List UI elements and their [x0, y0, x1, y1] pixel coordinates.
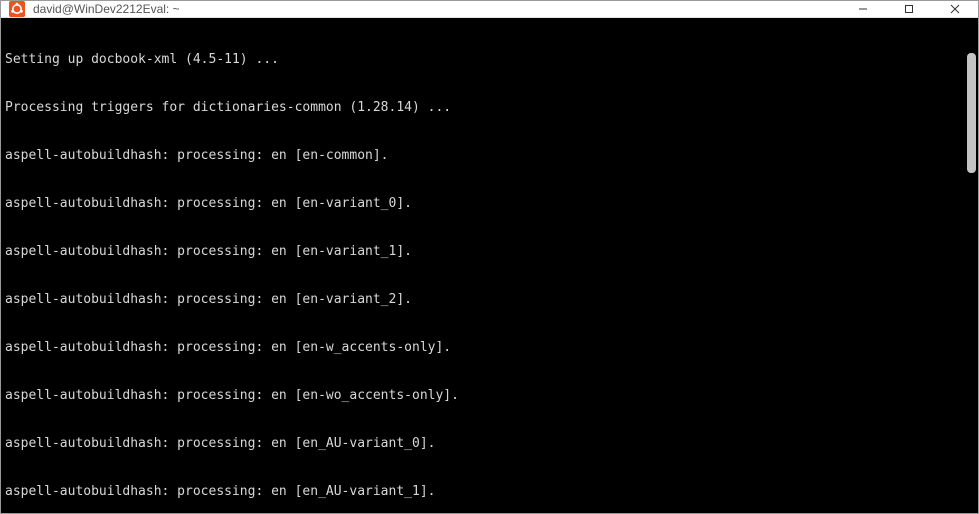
window-controls [840, 1, 978, 17]
terminal[interactable]: Setting up docbook-xml (4.5-11) ... Proc… [1, 18, 978, 513]
window: david@WinDev2212Eval: ~ Setting up docbo… [0, 0, 979, 514]
terminal-line: aspell-autobuildhash: processing: en [en… [5, 196, 974, 212]
scrollbar[interactable] [967, 33, 976, 511]
window-title: david@WinDev2212Eval: ~ [33, 2, 840, 16]
terminal-line: aspell-autobuildhash: processing: en [en… [5, 484, 974, 500]
close-button[interactable] [932, 1, 978, 17]
scrollbar-thumb[interactable] [967, 53, 976, 173]
terminal-line: aspell-autobuildhash: processing: en [en… [5, 148, 974, 164]
terminal-line: aspell-autobuildhash: processing: en [en… [5, 388, 974, 404]
terminal-line: Processing triggers for dictionaries-com… [5, 100, 974, 116]
maximize-button[interactable] [886, 1, 932, 17]
ubuntu-icon [9, 1, 25, 17]
titlebar[interactable]: david@WinDev2212Eval: ~ [1, 1, 978, 18]
terminal-line: aspell-autobuildhash: processing: en [en… [5, 436, 974, 452]
terminal-line: Setting up docbook-xml (4.5-11) ... [5, 52, 974, 68]
terminal-line: aspell-autobuildhash: processing: en [en… [5, 292, 974, 308]
terminal-line: aspell-autobuildhash: processing: en [en… [5, 244, 974, 260]
minimize-button[interactable] [840, 1, 886, 17]
terminal-line: aspell-autobuildhash: processing: en [en… [5, 340, 974, 356]
